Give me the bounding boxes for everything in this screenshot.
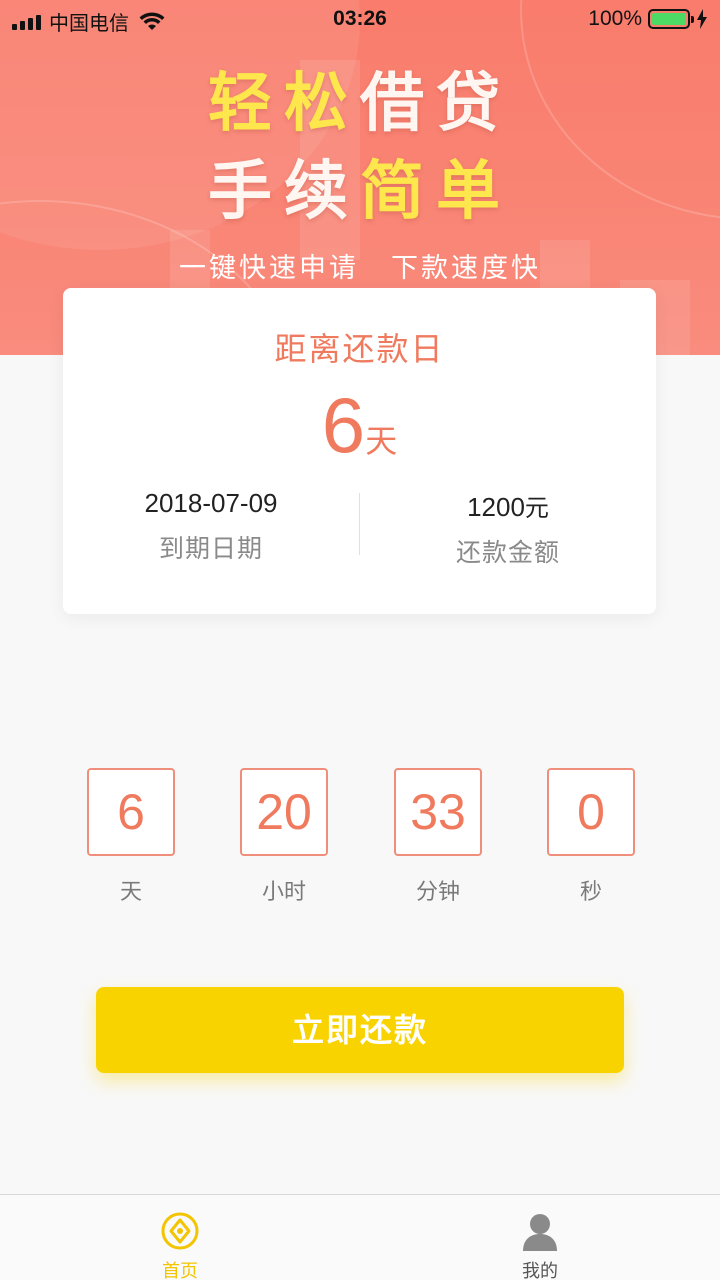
amount-unit: 元 <box>524 494 549 522</box>
tagline-right: 下款速度快 <box>391 253 541 284</box>
tab-bar: 首页 我的 <box>0 1194 720 1280</box>
tagline-left: 一键快速申请 <box>179 253 359 284</box>
slogan-part: 借贷 <box>360 67 512 141</box>
battery-icon <box>648 9 694 29</box>
countdown-minutes: 33 <box>394 768 482 856</box>
banner-tagline: 一键快速申请 下款速度快 <box>0 246 720 285</box>
due-date-value: 2018-07-09 <box>144 488 278 518</box>
slogan-part: 手续 <box>208 155 360 229</box>
card-title: 距离还款日 <box>274 330 445 368</box>
countdown-days: 6 <box>87 768 175 856</box>
countdown-days-label: 天 <box>119 880 142 905</box>
repayment-card: 距离还款日 6天 2018-07-09 到期日期 1200元 还款金额 <box>63 288 656 614</box>
days-remaining-value: 6 <box>321 381 366 469</box>
tab-mine[interactable]: 我的 <box>360 1195 720 1280</box>
days-remaining: 6天 <box>63 380 656 471</box>
amount-number: 1200 <box>467 492 525 522</box>
amount-value: 1200元 <box>360 488 656 523</box>
slogan-part: 轻松 <box>208 67 360 141</box>
due-date-label: 到期日期 <box>158 534 263 563</box>
status-bar: 中国电信 03:26 100% <box>0 0 720 38</box>
countdown-minutes-label: 分钟 <box>415 880 460 905</box>
countdown-seconds-label: 秒 <box>579 880 602 905</box>
battery-percent: 100% <box>588 7 642 30</box>
countdown-hours-label: 小时 <box>261 880 306 905</box>
countdown-seconds: 0 <box>547 768 635 856</box>
countdown-timer: 6 天 20 小时 33 分钟 0 秒 <box>0 768 720 908</box>
days-remaining-unit: 天 <box>365 422 398 460</box>
repay-now-button[interactable]: 立即还款 <box>96 987 624 1073</box>
charging-icon <box>697 9 707 29</box>
countdown-hours: 20 <box>240 768 328 856</box>
banner-slogan-line2: 手续简单 <box>0 140 720 232</box>
tab-home-label: 首页 <box>162 1261 198 1280</box>
coin-home-icon <box>161 1212 199 1250</box>
amount-block: 1200元 还款金额 <box>360 488 656 569</box>
tab-mine-label: 我的 <box>522 1261 558 1280</box>
banner-slogan-line1: 轻松借贷 <box>0 52 720 144</box>
due-date-block: 2018-07-09 到期日期 <box>63 488 359 565</box>
tab-home[interactable]: 首页 <box>0 1195 360 1280</box>
amount-label: 还款金额 <box>455 538 560 567</box>
slogan-part: 简单 <box>360 155 512 229</box>
user-icon <box>523 1214 557 1251</box>
